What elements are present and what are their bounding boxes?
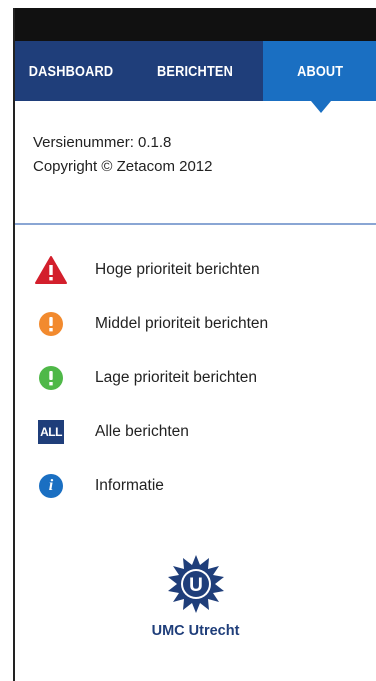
all-box-icon: ALL (33, 417, 69, 447)
priority-legend: Hoge prioriteit berichten Middel priorit… (15, 225, 376, 513)
legend-item-low: Lage prioriteit berichten (15, 351, 376, 405)
legend-label: Hoge prioriteit berichten (95, 261, 260, 278)
exclamation-circle-icon (33, 363, 69, 393)
info-circle-icon: i (33, 471, 69, 501)
status-bar (15, 8, 376, 41)
tab-bar: DASHBOARD BERICHTEN ABOUT (15, 41, 376, 113)
tab-about-label: ABOUT (297, 62, 344, 80)
info-glyph: i (39, 474, 63, 498)
phone-screen: DASHBOARD BERICHTEN ABOUT Versienummer: … (13, 8, 376, 681)
umc-logo: U UMC Utrecht (15, 553, 376, 639)
all-box-text: ALL (38, 420, 64, 444)
emblem-letter: U (189, 575, 203, 596)
umc-emblem-icon: U (167, 555, 224, 613)
legend-label: Lage prioriteit berichten (95, 369, 257, 386)
legend-item-high: Hoge prioriteit berichten (15, 243, 376, 297)
tab-about[interactable]: ABOUT (263, 41, 376, 113)
legend-item-all: ALL Alle berichten (15, 405, 376, 459)
exclamation-circle-icon (33, 309, 69, 339)
legend-item-info: i Informatie (15, 459, 376, 513)
legend-label: Informatie (95, 477, 164, 494)
legend-label: Middel prioriteit berichten (95, 315, 269, 332)
logo-text: UMC Utrecht (151, 623, 240, 639)
warning-triangle-icon (33, 255, 69, 285)
legend-label: Alle berichten (95, 423, 189, 440)
tab-dashboard[interactable]: DASHBOARD (23, 41, 118, 101)
legend-item-medium: Middel prioriteit berichten (15, 297, 376, 351)
version-number: Versienummer: 0.1.8 (33, 134, 172, 151)
version-info: Versienummer: 0.1.8 Copyright © Zetacom … (15, 101, 376, 223)
tab-berichten[interactable]: BERICHTEN (137, 41, 253, 101)
copyright-text: Copyright © Zetacom 2012 (33, 158, 213, 175)
